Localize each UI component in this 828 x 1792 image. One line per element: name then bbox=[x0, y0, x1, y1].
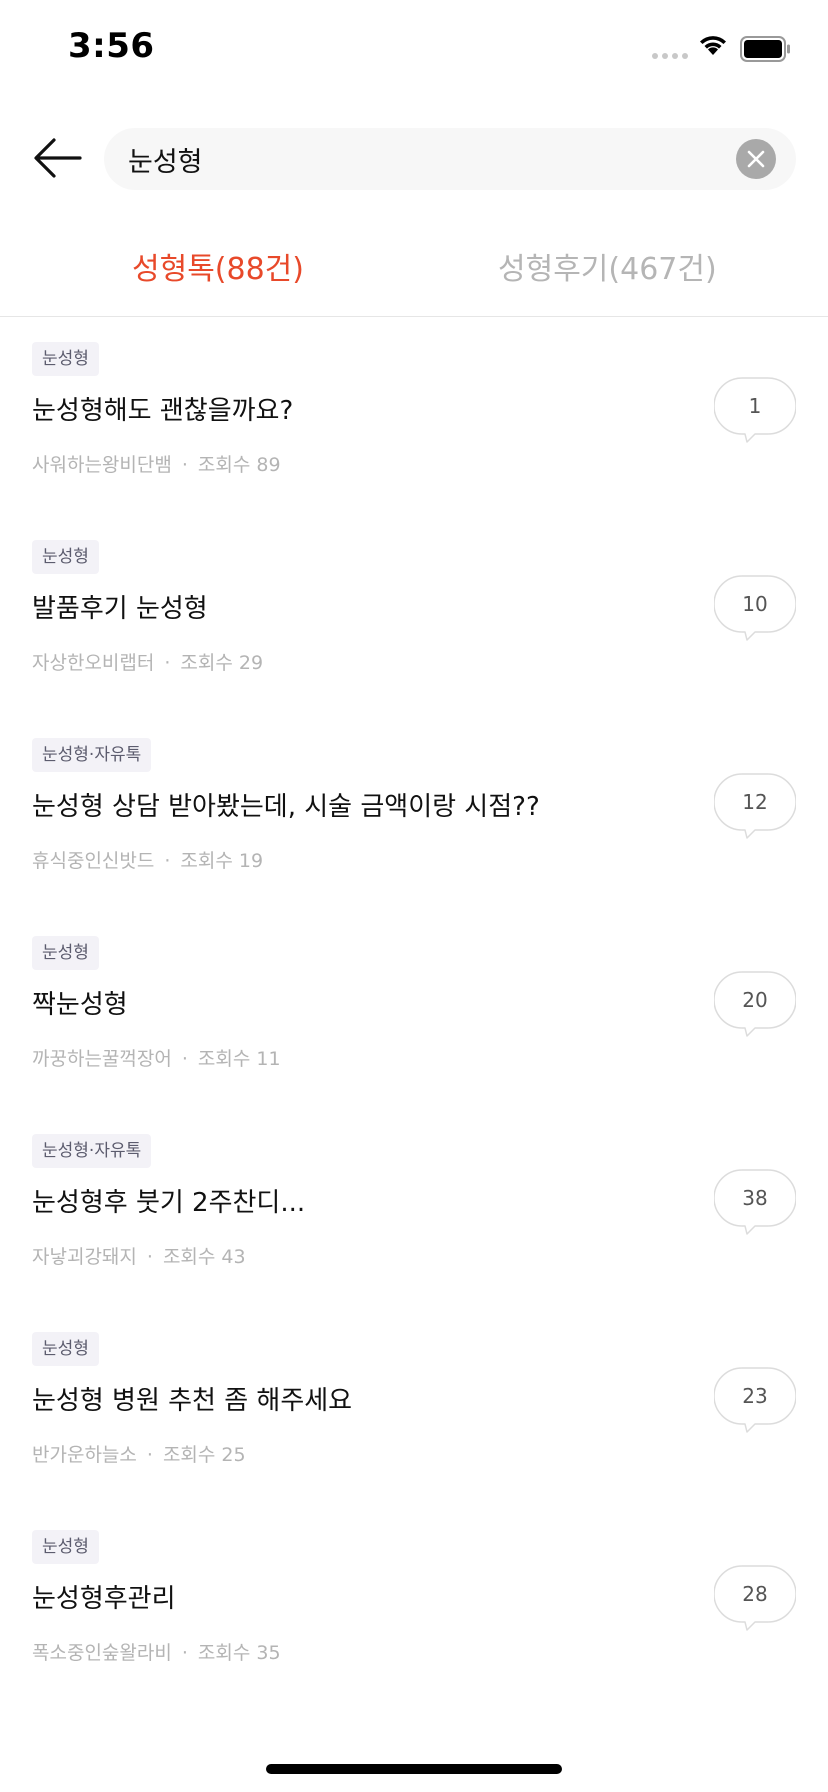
view-count: 조회수 43 bbox=[162, 1246, 246, 1268]
post-meta: 자낳괴강돼지 · 조회수 43 bbox=[32, 1246, 246, 1268]
post-title: 눈성형후 붓기 2주찬디... bbox=[32, 1188, 306, 1218]
comment-count: 12 bbox=[742, 790, 768, 814]
tab-bar: 성형톡(88건) 성형후기(467건) bbox=[0, 240, 828, 317]
list-item[interactable]: 눈성형·자유톡 눈성형후 붓기 2주찬디... 자낳괴강돼지 · 조회수 43 38 bbox=[0, 1130, 828, 1328]
author-name: 자상한오비랩터 bbox=[32, 652, 155, 674]
post-meta: 폭소중인숲왈라비 · 조회수 35 bbox=[32, 1642, 281, 1664]
arrow-left-icon bbox=[34, 138, 82, 178]
comment-count-badge: 20 bbox=[714, 970, 796, 1040]
comment-count: 23 bbox=[742, 1384, 768, 1408]
author-name: 폭소중인숲왈라비 bbox=[32, 1642, 172, 1664]
category-tag: 눈성형 bbox=[32, 342, 99, 376]
list-item[interactable]: 눈성형 눈성형후관리 폭소중인숲왈라비 · 조회수 35 28 bbox=[0, 1526, 828, 1724]
author-name: 사워하는왕비단뱀 bbox=[32, 454, 172, 476]
category-tag: 눈성형 bbox=[32, 936, 99, 970]
post-meta: 반가운하늘소 · 조회수 25 bbox=[32, 1444, 246, 1466]
post-title: 눈성형후관리 bbox=[32, 1584, 176, 1614]
post-title: 눈성형 상담 받아봤는데, 시술 금액이랑 시점?? bbox=[32, 792, 540, 822]
post-list: 눈성형 눈성형해도 괜찮을까요? 사워하는왕비단뱀 · 조회수 89 1 눈성형 발… bbox=[0, 338, 828, 1724]
comment-count-badge: 23 bbox=[714, 1366, 796, 1436]
battery-icon bbox=[740, 36, 790, 62]
category-tag: 눈성형·자유톡 bbox=[32, 1134, 152, 1168]
category-tag: 눈성형 bbox=[32, 540, 99, 574]
signal-icon bbox=[652, 53, 688, 59]
author-name: 까꿍하는꿀꺽장어 bbox=[32, 1048, 172, 1070]
search-box bbox=[104, 128, 796, 190]
tab-reviews[interactable]: 성형후기(467건) bbox=[498, 240, 717, 300]
back-button[interactable] bbox=[30, 130, 86, 186]
post-meta: 까꿍하는꿀꺽장어 · 조회수 11 bbox=[32, 1048, 281, 1070]
post-title: 눈성형해도 괜찮을까요? bbox=[32, 396, 294, 426]
comment-count: 1 bbox=[748, 394, 762, 418]
post-title: 발품후기 눈성형 bbox=[32, 594, 208, 624]
comment-count-badge: 38 bbox=[714, 1168, 796, 1238]
post-title: 짝눈성형 bbox=[32, 990, 128, 1020]
view-count: 조회수 19 bbox=[180, 850, 264, 872]
post-title: 눈성형 병원 추천 좀 해주세요 bbox=[32, 1386, 353, 1416]
view-count: 조회수 29 bbox=[180, 652, 264, 674]
clear-search-button[interactable] bbox=[736, 139, 776, 179]
tab-talk[interactable]: 성형톡(88건) bbox=[132, 240, 304, 300]
comment-count-badge: 1 bbox=[714, 376, 796, 446]
author-name: 반가운하늘소 bbox=[32, 1444, 137, 1466]
comment-count: 10 bbox=[742, 592, 768, 616]
author-name: 자낳괴강돼지 bbox=[32, 1246, 137, 1268]
wifi-icon bbox=[700, 36, 726, 55]
category-tag: 눈성형 bbox=[32, 1332, 99, 1366]
view-count: 조회수 25 bbox=[162, 1444, 246, 1466]
list-item[interactable]: 눈성형·자유톡 눈성형 상담 받아봤는데, 시술 금액이랑 시점?? 휴식중인신… bbox=[0, 734, 828, 932]
view-count: 조회수 89 bbox=[197, 454, 281, 476]
list-item[interactable]: 눈성형 눈성형 병원 추천 좀 해주세요 반가운하늘소 · 조회수 25 23 bbox=[0, 1328, 828, 1526]
post-meta: 사워하는왕비단뱀 · 조회수 89 bbox=[32, 454, 281, 476]
list-item[interactable]: 눈성형 발품후기 눈성형 자상한오비랩터 · 조회수 29 10 bbox=[0, 536, 828, 734]
status-bar: 3:56 bbox=[0, 0, 828, 100]
close-icon bbox=[747, 150, 765, 168]
post-meta: 자상한오비랩터 · 조회수 29 bbox=[32, 652, 264, 674]
category-tag: 눈성형 bbox=[32, 1530, 99, 1564]
home-indicator[interactable] bbox=[266, 1764, 562, 1774]
comment-count-badge: 12 bbox=[714, 772, 796, 842]
search-input[interactable] bbox=[128, 128, 708, 190]
status-time: 3:56 bbox=[68, 26, 155, 66]
comment-count-badge: 28 bbox=[714, 1564, 796, 1634]
comment-count: 38 bbox=[742, 1186, 768, 1210]
comment-count-badge: 10 bbox=[714, 574, 796, 644]
view-count: 조회수 35 bbox=[197, 1642, 281, 1664]
list-item[interactable]: 눈성형 눈성형해도 괜찮을까요? 사워하는왕비단뱀 · 조회수 89 1 bbox=[0, 338, 828, 536]
post-meta: 휴식중인신밧드 · 조회수 19 bbox=[32, 850, 264, 872]
comment-count: 20 bbox=[742, 988, 768, 1012]
view-count: 조회수 11 bbox=[197, 1048, 281, 1070]
comment-count: 28 bbox=[742, 1582, 768, 1606]
list-item[interactable]: 눈성형 짝눈성형 까꿍하는꿀꺽장어 · 조회수 11 20 bbox=[0, 932, 828, 1130]
author-name: 휴식중인신밧드 bbox=[32, 850, 155, 872]
category-tag: 눈성형·자유톡 bbox=[32, 738, 152, 772]
